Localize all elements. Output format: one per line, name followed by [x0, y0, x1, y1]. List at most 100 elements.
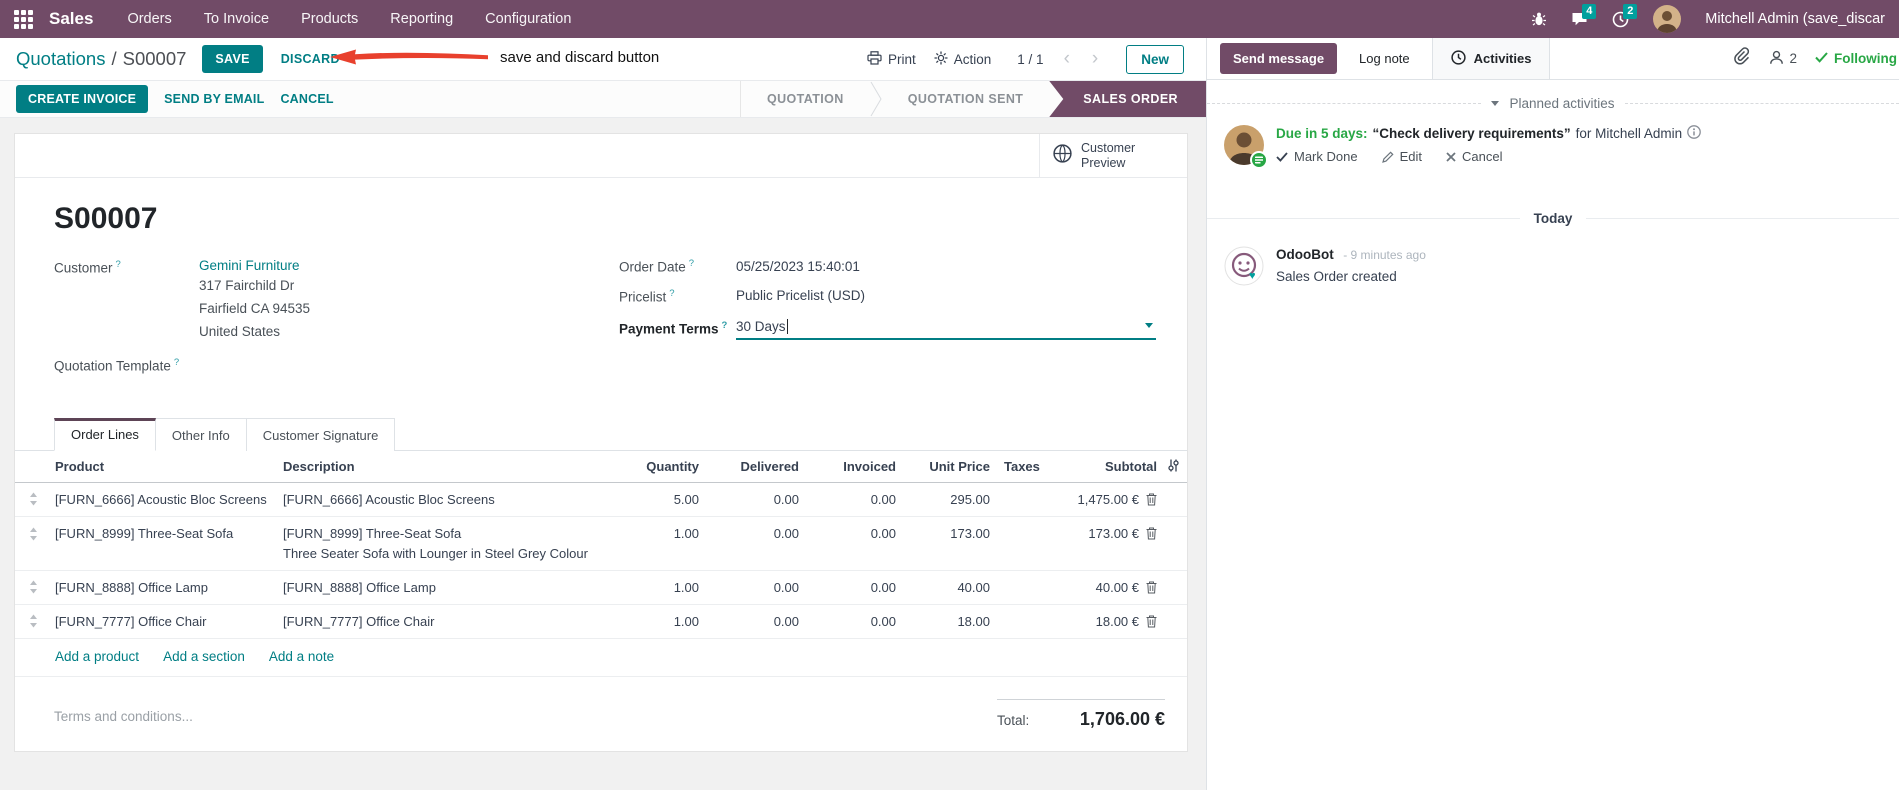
cell-taxes[interactable] [994, 490, 1076, 508]
apps-menu-icon[interactable] [14, 9, 33, 29]
print-button[interactable]: Print [867, 50, 916, 68]
pager-previous-button[interactable]: ‹ [1062, 48, 1072, 70]
following-label: Following [1834, 51, 1897, 66]
drag-handle-icon[interactable] [15, 571, 55, 603]
info-icon[interactable] [1687, 125, 1702, 142]
cell-taxes[interactable] [994, 612, 1076, 630]
cell-description[interactable]: [FURN_8999] Three-Seat Sofa Three Seater … [283, 517, 613, 570]
create-invoice-button[interactable]: CREATE INVOICE [16, 85, 149, 113]
cell-quantity[interactable]: 1.00 [613, 517, 703, 550]
menu-products[interactable]: Products [301, 11, 358, 27]
following-button[interactable]: Following [1815, 51, 1897, 66]
payment-terms-input[interactable]: 30 Days [736, 317, 1156, 340]
col-invoiced[interactable]: Invoiced [803, 451, 900, 481]
cell-quantity[interactable]: 1.00 [613, 571, 703, 604]
menu-configuration[interactable]: Configuration [485, 11, 571, 27]
messages-icon[interactable]: 4 [1571, 4, 1597, 27]
action-button[interactable]: Action [934, 51, 991, 68]
pager-next-button[interactable]: › [1090, 48, 1100, 70]
delete-row-icon[interactable] [1146, 493, 1157, 506]
cell-taxes[interactable] [994, 578, 1076, 596]
cell-delivered[interactable]: 0.00 [703, 517, 803, 550]
add-a-note-link[interactable]: Add a note [269, 649, 334, 664]
mark-done-button[interactable]: Mark Done [1276, 149, 1358, 164]
cell-unit-price[interactable]: 40.00 [900, 571, 994, 604]
cell-delivered[interactable]: 0.00 [703, 605, 803, 638]
delete-row-icon[interactable] [1146, 615, 1157, 628]
table-row[interactable]: [FURN_8888] Office Lamp [FURN_8888] Offi… [15, 571, 1187, 605]
cell-product[interactable]: [FURN_7777] Office Chair [55, 605, 283, 638]
cell-product[interactable]: [FURN_8999] Three-Seat Sofa [55, 517, 283, 550]
user-menu[interactable]: Mitchell Admin (save_discar [1705, 11, 1885, 27]
activities-clock-icon[interactable]: 2 [1612, 3, 1638, 28]
cell-invoiced[interactable]: 0.00 [803, 483, 900, 516]
table-row[interactable]: [FURN_7777] Office Chair [FURN_7777] Off… [15, 605, 1187, 639]
order-date-field[interactable]: 05/25/2023 15:40:01 [736, 259, 860, 274]
cell-unit-price[interactable]: 18.00 [900, 605, 994, 638]
cell-product[interactable]: [FURN_6666] Acoustic Bloc Screens [55, 483, 283, 516]
table-row[interactable]: [FURN_6666] Acoustic Bloc Screens [FURN_… [15, 483, 1187, 517]
user-avatar[interactable] [1653, 5, 1682, 33]
cell-description[interactable]: [FURN_6666] Acoustic Bloc Screens [283, 483, 613, 516]
add-a-product-link[interactable]: Add a product [55, 649, 139, 664]
cell-invoiced[interactable]: 0.00 [803, 517, 900, 550]
col-unit-price[interactable]: Unit Price [900, 451, 994, 481]
cell-taxes[interactable] [994, 517, 1076, 535]
tab-other-info[interactable]: Other Info [155, 417, 247, 451]
table-row[interactable]: [FURN_8999] Three-Seat Sofa [FURN_8999] … [15, 517, 1187, 571]
add-a-section-link[interactable]: Add a section [163, 649, 245, 664]
col-taxes[interactable]: Taxes [994, 451, 1076, 481]
edit-activity-button[interactable]: Edit [1381, 149, 1422, 164]
drag-handle-icon[interactable] [15, 605, 55, 637]
debug-bug-icon[interactable] [1531, 11, 1547, 27]
send-message-button[interactable]: Send message [1220, 43, 1338, 74]
planned-activities-header[interactable]: Planned activities [1207, 96, 1899, 111]
col-subtotal[interactable]: Subtotal [1076, 451, 1161, 481]
tab-customer-signature[interactable]: Customer Signature [246, 417, 396, 451]
delete-row-icon[interactable] [1146, 581, 1157, 594]
step-sales-order[interactable]: SALES ORDER [1049, 81, 1206, 117]
customer-preview-button[interactable]: Customer Preview [1039, 134, 1187, 177]
app-title[interactable]: Sales [49, 9, 93, 29]
dropdown-caret-icon[interactable] [1145, 323, 1153, 328]
terms-and-conditions-field[interactable]: Terms and conditions... [54, 709, 193, 724]
menu-to-invoice[interactable]: To Invoice [204, 11, 269, 27]
cell-product[interactable]: [FURN_8888] Office Lamp [55, 571, 283, 604]
followers-button[interactable]: 2 [1769, 50, 1797, 68]
cell-description[interactable]: [FURN_7777] Office Chair [283, 605, 613, 638]
optional-columns-icon[interactable] [1161, 451, 1189, 482]
cell-delivered[interactable]: 0.00 [703, 483, 803, 516]
col-quantity[interactable]: Quantity [613, 451, 703, 481]
cell-invoiced[interactable]: 0.00 [803, 571, 900, 604]
breadcrumb-quotations[interactable]: Quotations [16, 48, 105, 70]
cancel-activity-button[interactable]: Cancel [1446, 149, 1502, 164]
col-product[interactable]: Product [55, 451, 283, 481]
delete-row-icon[interactable] [1146, 527, 1157, 540]
log-note-button[interactable]: Log note [1359, 51, 1410, 66]
pricelist-field[interactable]: Public Pricelist (USD) [736, 288, 865, 303]
drag-handle-icon[interactable] [15, 483, 55, 515]
customer-link[interactable]: Gemini Furniture [199, 258, 310, 273]
drag-handle-icon[interactable] [15, 517, 55, 550]
menu-orders[interactable]: Orders [127, 11, 171, 27]
cell-delivered[interactable]: 0.00 [703, 571, 803, 604]
cell-unit-price[interactable]: 295.00 [900, 483, 994, 516]
cell-quantity[interactable]: 5.00 [613, 483, 703, 516]
cell-unit-price[interactable]: 173.00 [900, 517, 994, 550]
send-by-email-button[interactable]: SEND BY EMAIL [164, 92, 264, 106]
tab-order-lines[interactable]: Order Lines [54, 417, 156, 451]
cancel-order-button[interactable]: CANCEL [280, 92, 333, 106]
col-delivered[interactable]: Delivered [703, 451, 803, 481]
step-quotation-sent[interactable]: QUOTATION SENT [882, 81, 1050, 117]
save-button[interactable]: SAVE [202, 45, 263, 73]
cell-quantity[interactable]: 1.00 [613, 605, 703, 638]
attachments-button[interactable] [1733, 47, 1751, 70]
menu-reporting[interactable]: Reporting [390, 11, 453, 27]
new-button[interactable]: New [1126, 44, 1184, 74]
col-description[interactable]: Description [283, 451, 613, 481]
message-author[interactable]: OdooBot [1276, 247, 1334, 262]
cell-description[interactable]: [FURN_8888] Office Lamp [283, 571, 613, 604]
step-quotation[interactable]: QUOTATION [741, 81, 870, 117]
activities-tab[interactable]: Activities [1432, 38, 1551, 79]
cell-invoiced[interactable]: 0.00 [803, 605, 900, 638]
